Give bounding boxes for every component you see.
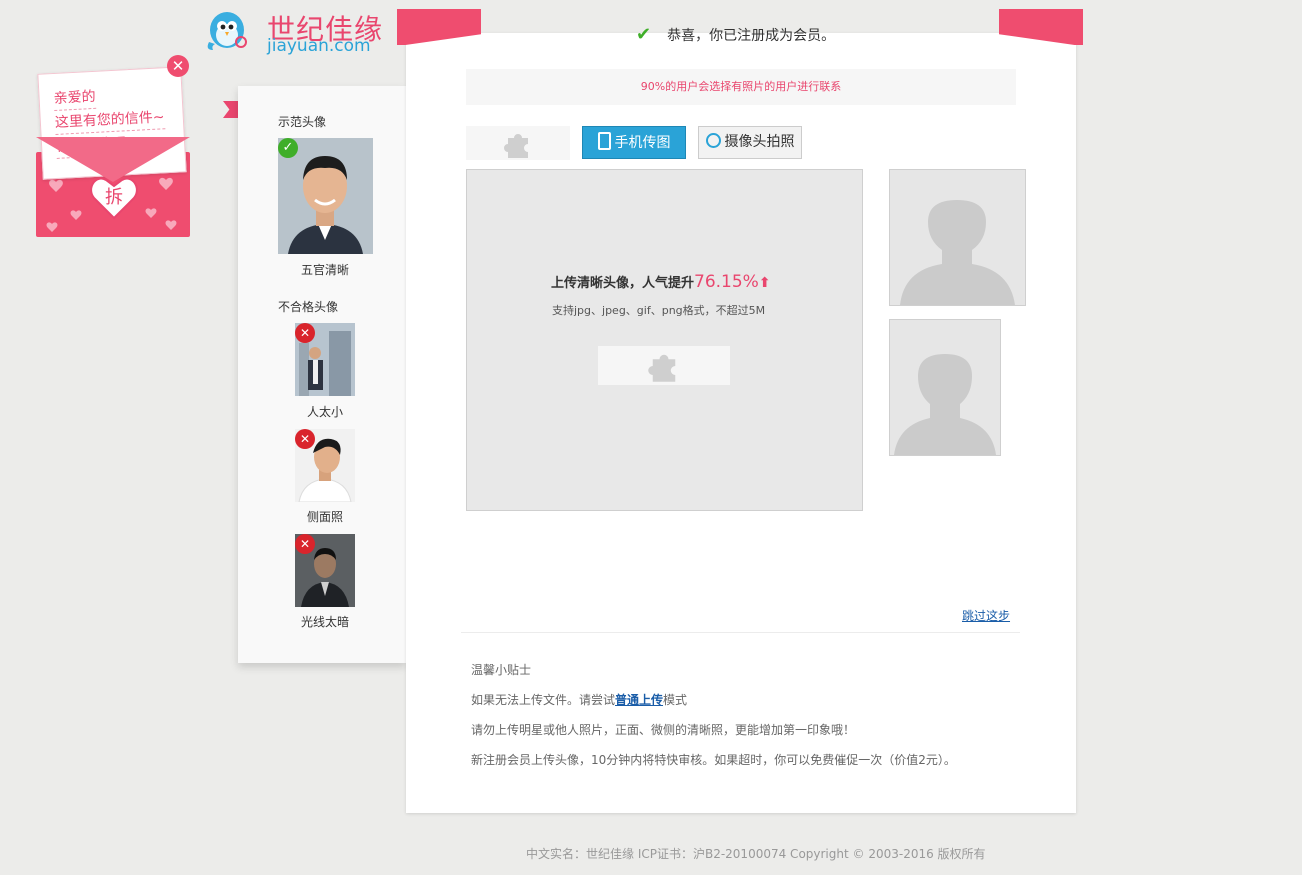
skip-step-link[interactable]: 跳过这步 xyxy=(962,607,1010,624)
open-letter-label: 拆 xyxy=(105,187,123,208)
tips-line-1: 如果无法上传文件。请尝试普通上传模式 xyxy=(471,691,687,708)
tips-line-1-pre: 如果无法上传文件。请尝试 xyxy=(471,693,616,707)
tips-line-1-post: 模式 xyxy=(663,693,688,707)
footer-copyright: 中文实名：世纪佳缘 ICP证书：沪B2-20100074 Copyright ©… xyxy=(526,847,986,861)
open-letter-heart-button[interactable]: 拆 xyxy=(88,170,140,222)
webcam-icon xyxy=(705,133,721,148)
rejected-x-icon: ✕ xyxy=(295,534,315,554)
upload-plugin-button[interactable] xyxy=(466,126,570,160)
success-text: 恭喜，你已注册成为会员。 xyxy=(667,28,836,44)
phone-upload-label: 手机传图 xyxy=(614,135,671,151)
bad-sample-title: 不合格头像 xyxy=(278,300,339,314)
letter-line-1: 亲爱的 xyxy=(53,85,97,112)
rejected-x-icon: ✕ xyxy=(295,323,315,343)
plugin-puzzle-icon xyxy=(504,134,528,158)
divider xyxy=(461,632,1020,633)
logo-domain: jiayuan.com xyxy=(267,36,371,56)
avatar-placeholder-icon xyxy=(894,354,996,455)
close-icon[interactable]: ✕ xyxy=(167,55,189,77)
popularity-percent: 76.15% xyxy=(694,272,759,292)
registration-success-message: ✔ 恭喜，你已注册成为会员。 xyxy=(636,24,835,45)
bird-mascot-icon xyxy=(207,12,247,50)
avatar-preview-small xyxy=(889,319,1001,456)
avatar-preview-large xyxy=(889,169,1026,306)
approved-check-icon: ✓ xyxy=(278,138,298,158)
sample-avatar-panel: 示范头像 ✓ 五官清晰 不合格头像 ✕ 人太小 ✕ 侧面照 ✕ 光线太暗 xyxy=(238,86,406,663)
rejected-x-icon: ✕ xyxy=(295,429,315,449)
ribbon-left-decoration xyxy=(223,101,239,118)
good-sample-caption: 五官清晰 xyxy=(300,263,349,277)
select-file-button[interactable] xyxy=(598,346,730,385)
success-check-icon: ✔ xyxy=(636,24,652,45)
upload-headline: 上传清晰头像，人气提升76.15%⬆ xyxy=(551,272,771,292)
phone-upload-button[interactable]: 手机传图 xyxy=(582,126,686,159)
camera-capture-label: 摄像头拍照 xyxy=(724,134,795,150)
phone-icon xyxy=(597,132,611,150)
upload-drop-area[interactable]: 上传清晰头像，人气提升76.15%⬆ 支持jpg、jpeg、gif、png格式，… xyxy=(466,169,863,511)
photo-tip-banner: 90%的用户会选择有照片的用户进行联系 xyxy=(466,69,1016,105)
camera-capture-button[interactable]: 摄像头拍照 xyxy=(698,126,802,159)
bad-sample-caption-3: 光线太暗 xyxy=(300,615,349,629)
tips-line-2: 请勿上传明星或他人照片，正面、微侧的清晰照，更能增加第一印象哦！ xyxy=(471,723,856,737)
arrow-up-icon: ⬆ xyxy=(758,275,771,291)
tips-title: 温馨小贴士 xyxy=(471,663,532,677)
site-logo[interactable]: 世纪佳缘 jiayuan.com xyxy=(203,6,393,58)
plugin-puzzle-icon xyxy=(648,354,676,382)
normal-upload-link[interactable]: 普通上传 xyxy=(615,693,663,707)
letter-line-2: 这里有您的信件~ xyxy=(54,106,166,135)
mail-envelope-widget[interactable]: 亲爱的 这里有您的信件~ 快来查收吧~ 拆 ✕ xyxy=(30,52,200,242)
upload-format-hint: 支持jpg、jpeg、gif、png格式，不超过5M xyxy=(552,304,766,317)
upload-headline-text: 上传清晰头像，人气提升 xyxy=(551,276,695,291)
bad-sample-caption-1: 人太小 xyxy=(306,405,343,419)
avatar-placeholder-icon xyxy=(900,200,1015,305)
bad-sample-caption-2: 侧面照 xyxy=(306,510,343,524)
tips-line-3: 新注册会员上传头像，10分钟内将特快审核。如果超时，你可以免费催促一次（价值2元… xyxy=(471,753,956,767)
good-sample-title: 示范头像 xyxy=(278,115,327,129)
